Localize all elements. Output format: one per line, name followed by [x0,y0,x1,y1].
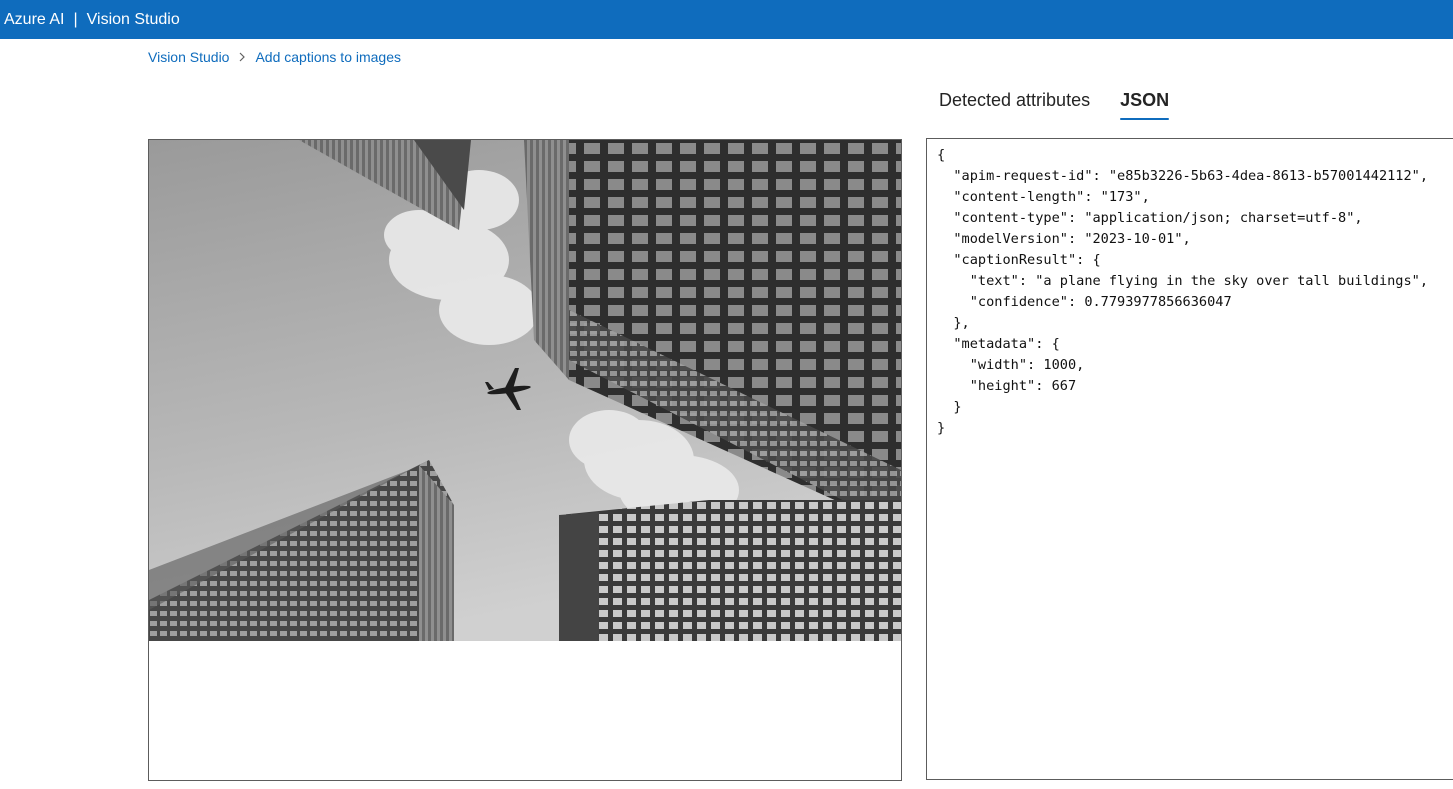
json-line: { [937,147,946,163]
json-line: "apim-request-id": "e85b3226-5b63-4dea-8… [937,168,1429,184]
json-line: }, [937,315,970,331]
top-header-bar: Azure AI | Vision Studio [0,0,1453,39]
json-line: "content-type": "application/json; chars… [937,210,1363,226]
chevron-right-icon [238,52,246,62]
breadcrumb-add-captions[interactable]: Add captions to images [255,49,401,65]
brand-label[interactable]: Azure AI [4,11,64,29]
json-output-panel[interactable]: { "apim-request-id": "e85b3226-5b63-4dea… [926,138,1453,780]
json-line: "content-length": "173", [937,189,1150,205]
json-line: "text": "a plane flying in the sky over … [937,273,1429,289]
json-line: "captionResult": { [937,252,1101,268]
json-line: } [937,399,962,415]
json-line: "width": 1000, [937,357,1085,373]
sample-photo [149,140,901,641]
header-separator: | [73,10,78,28]
app-name[interactable]: Vision Studio [87,11,180,29]
json-line: "height": 667 [937,378,1077,394]
json-line: "modelVersion": "2023-10-01", [937,231,1191,247]
json-line: "confidence": 0.7793977856636047 [937,294,1232,310]
json-code-block: { "apim-request-id": "e85b3226-5b63-4dea… [927,139,1453,439]
json-line: } [937,420,946,436]
tab-json[interactable]: JSON [1120,90,1170,120]
tab-detected-attributes[interactable]: Detected attributes [939,90,1090,118]
json-line: "metadata": { [937,336,1060,352]
breadcrumb-vision-studio[interactable]: Vision Studio [148,49,229,65]
image-preview-panel [148,139,902,781]
breadcrumb: Vision Studio Add captions to images [148,49,401,65]
result-tabs: Detected attributes JSON [939,90,1199,120]
